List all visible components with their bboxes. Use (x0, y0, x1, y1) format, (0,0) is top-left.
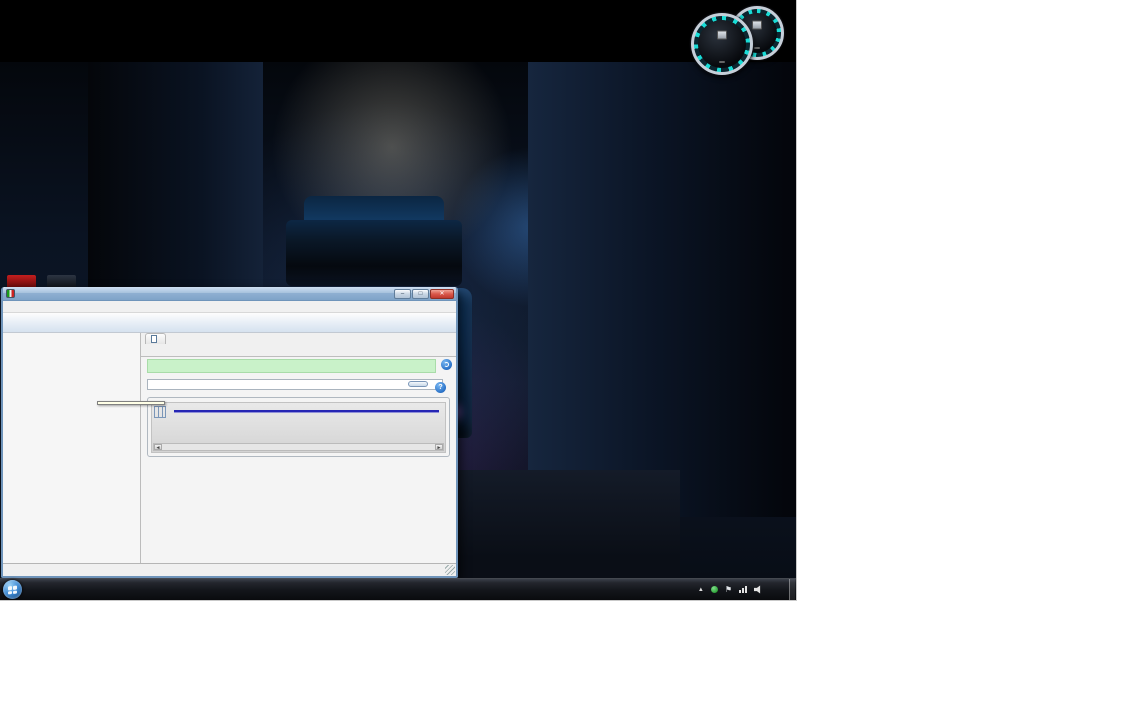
car-windshield (286, 220, 462, 286)
toolbar (3, 313, 456, 333)
close-button[interactable]: ✕ (430, 288, 454, 299)
chart-date-labels (174, 414, 439, 440)
maximize-button[interactable]: □ (412, 288, 429, 299)
chart-grid-icon[interactable] (154, 406, 166, 418)
retest-button[interactable] (408, 381, 428, 387)
scroll-left-arrow-icon[interactable]: ◄ (154, 444, 162, 451)
minimize-button[interactable]: – (394, 288, 411, 299)
help-circle-icon[interactable]: ? (435, 382, 446, 393)
refresh-icon[interactable] (441, 359, 452, 370)
resize-grip[interactable] (445, 565, 455, 575)
desktop-icon-partial-2[interactable] (47, 275, 76, 287)
condition-chart: ◄ ► (151, 402, 446, 453)
drive-icon (752, 20, 762, 30)
car-roof (304, 196, 444, 222)
taskbar: ▲ ⚑ (0, 578, 796, 600)
tab-warnings[interactable] (145, 333, 166, 344)
window-titlebar[interactable]: – □ ✕ (3, 287, 456, 301)
chart-horizontal-scrollbar[interactable]: ◄ ► (153, 443, 444, 451)
hard-disk-sentinel-window: – □ ✕ ? ◄ ► (1, 287, 458, 578)
hidden-icons-arrow-icon[interactable]: ▲ (698, 587, 704, 593)
sentinel-tray-icon[interactable] (710, 586, 718, 593)
desktop-icon-grid (2, 2, 88, 302)
main-panel: ? ◄ ► (141, 333, 456, 563)
disk-health-gauge-large[interactable] (691, 13, 753, 75)
gauge-value-badge (754, 47, 760, 50)
system-tray: ▲ ⚑ (691, 578, 796, 600)
warnings-page-icon (151, 335, 157, 343)
drive-icon (717, 30, 727, 40)
window-controls: – □ ✕ (394, 288, 454, 299)
logical-drives-tooltip (97, 401, 165, 405)
desktop-icon-partial-1[interactable] (7, 275, 36, 287)
windows-logo-icon (8, 585, 17, 594)
chart-plot (174, 404, 439, 442)
desktop-screen: – □ ✕ ? ◄ ► ▲ ⚑ (0, 0, 797, 601)
condition-chart-groupbox: ◄ ► (147, 397, 450, 457)
chart-line (174, 410, 439, 413)
volume-icon[interactable] (754, 585, 761, 594)
gauge-value-badge (719, 61, 725, 64)
start-button[interactable] (3, 580, 22, 599)
app-icon (6, 289, 15, 298)
network-icon[interactable] (739, 586, 747, 593)
wallpaper-building-right (528, 62, 796, 517)
status-bar (3, 563, 456, 576)
menu-bar (3, 301, 456, 313)
health-message-box (147, 359, 436, 373)
show-desktop-button[interactable] (789, 578, 795, 600)
comment-input[interactable] (147, 379, 443, 390)
disk-list-panel (3, 333, 141, 563)
health-message-wrap (147, 359, 452, 373)
overview-content: ? ◄ ► (141, 356, 456, 563)
action-center-flag-icon[interactable]: ⚑ (725, 585, 732, 594)
scroll-right-arrow-icon[interactable]: ► (435, 444, 443, 451)
